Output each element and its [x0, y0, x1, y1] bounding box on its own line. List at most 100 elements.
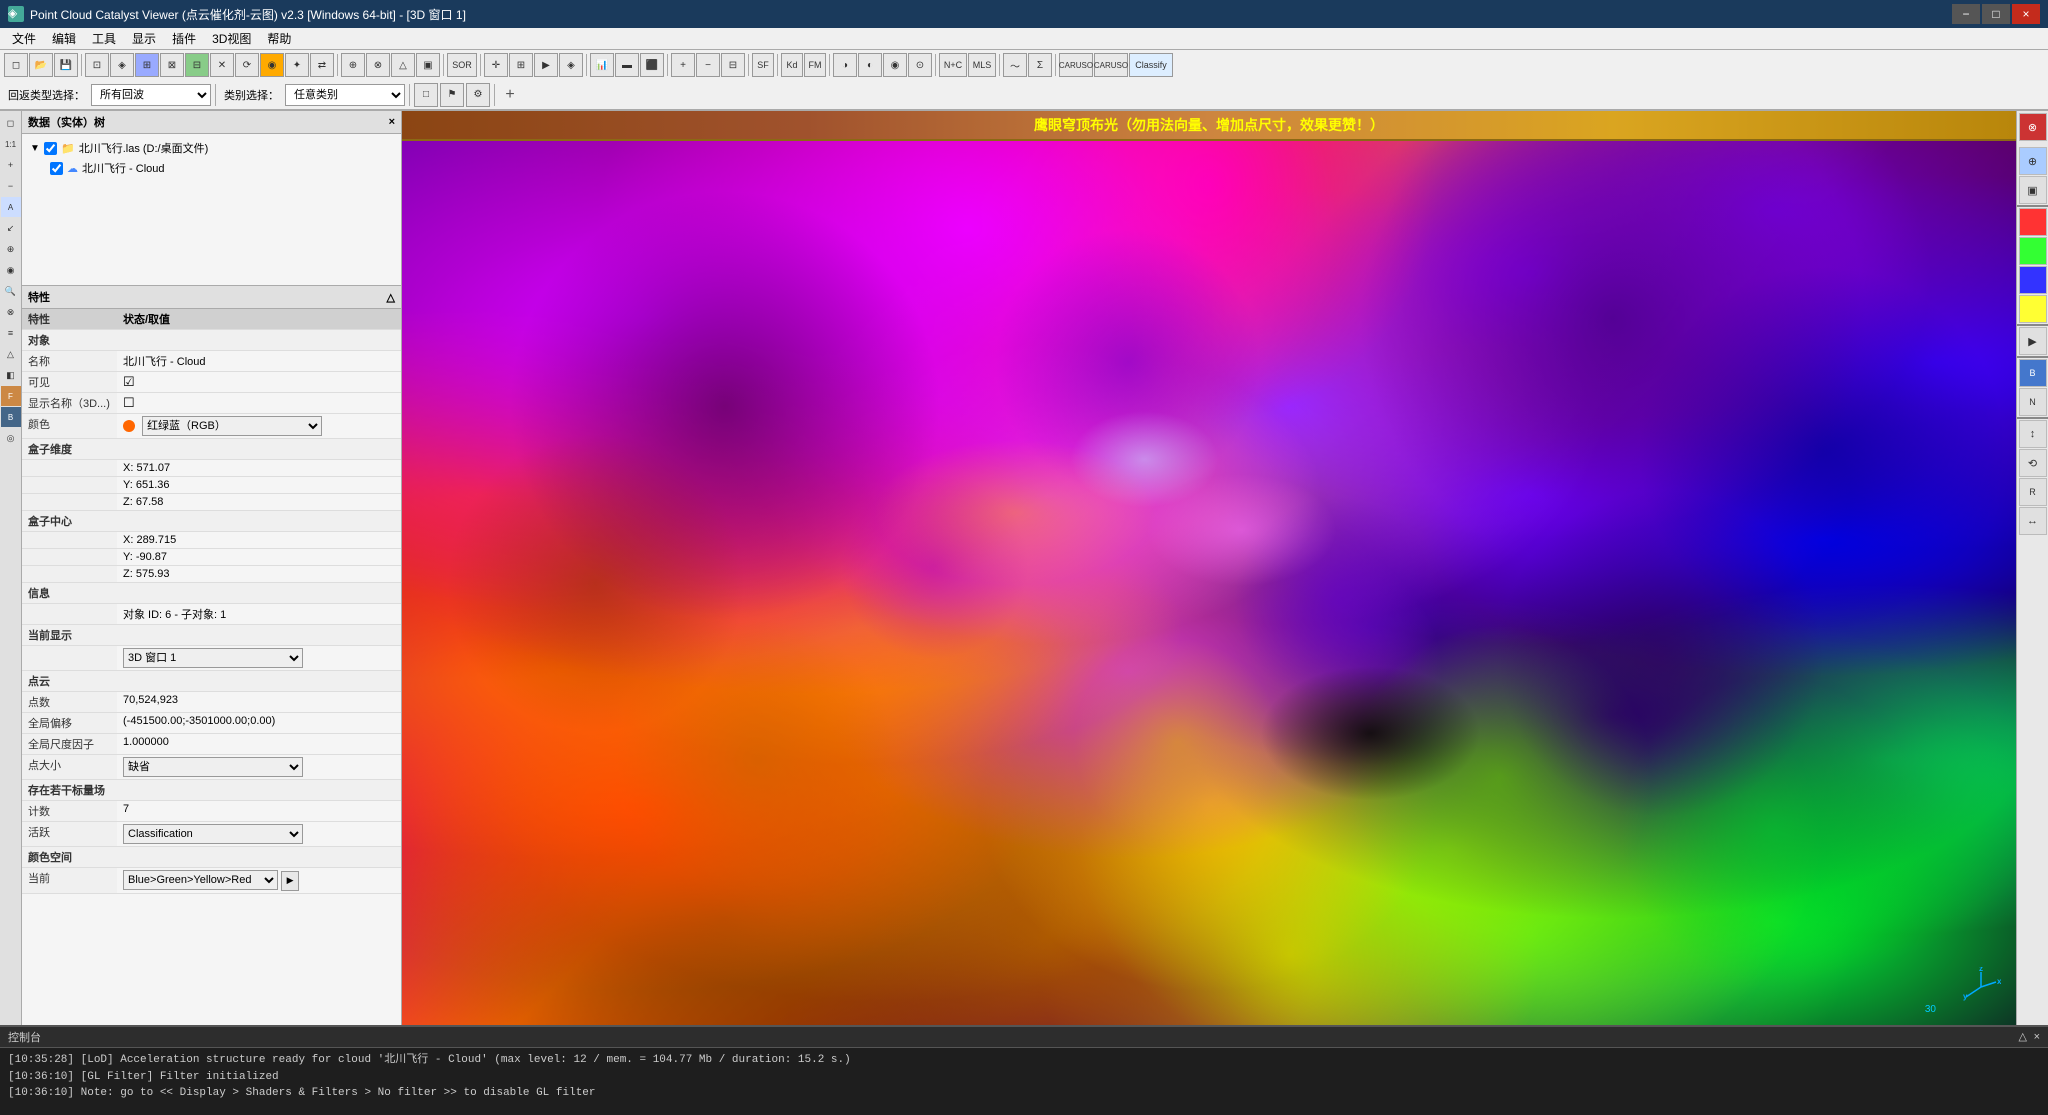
- props-panel-collapse[interactable]: △: [387, 291, 395, 304]
- tree-cloud-checkbox[interactable]: [50, 162, 63, 175]
- tb-sphere-button[interactable]: ◉: [883, 53, 907, 77]
- tb2-settings-button[interactable]: ⚙: [466, 83, 490, 107]
- ls-back-button[interactable]: B: [1, 407, 21, 427]
- tb-half2-button[interactable]: ◐: [858, 53, 882, 77]
- menu-edit[interactable]: 编辑: [44, 28, 84, 49]
- ls-move-button[interactable]: ⊕: [1, 239, 21, 259]
- tb2-add-button[interactable]: +: [499, 84, 521, 106]
- scalar-active-select[interactable]: Classification: [123, 824, 303, 844]
- rs-rotate-button[interactable]: ⟲: [2019, 449, 2047, 477]
- tb-plus-button[interactable]: +: [671, 53, 695, 77]
- tb-swap-button[interactable]: ⇄: [310, 53, 334, 77]
- rs-pan-button[interactable]: ↔: [2019, 507, 2047, 535]
- props-scroll-area[interactable]: 特性 状态/取值 对象 名称 北川飞行 - Cloud 可见: [22, 309, 401, 1025]
- menu-file[interactable]: 文件: [4, 28, 44, 49]
- tb-circle2-button[interactable]: ⊙: [908, 53, 932, 77]
- display-window-select[interactable]: 3D 窗口 1: [123, 648, 303, 668]
- tb-caruso1-button[interactable]: CARUSO: [1059, 53, 1093, 77]
- colorscale-select[interactable]: Blue>Green>Yellow>Red: [123, 870, 278, 890]
- console-close-button[interactable]: ×: [2034, 1031, 2040, 1043]
- console-body[interactable]: [10:35:28] [LoD] Acceleration structure …: [0, 1048, 2048, 1115]
- tb-nc-button[interactable]: N+C: [939, 53, 967, 77]
- restore-button[interactable]: □: [1982, 4, 2010, 24]
- rs-color3-button[interactable]: [2019, 266, 2047, 294]
- tb-save-button[interactable]: 💾: [54, 53, 78, 77]
- tb-mode-button[interactable]: ◈: [559, 53, 583, 77]
- tb-merge-button[interactable]: ⊟: [185, 53, 209, 77]
- tb-remove-button[interactable]: ⊗: [366, 53, 390, 77]
- tb-mesh-button[interactable]: ⊞: [509, 53, 533, 77]
- rs-color2-button[interactable]: [2019, 237, 2047, 265]
- tb-crop-button[interactable]: ⊠: [160, 53, 184, 77]
- tb-mls-button[interactable]: MLS: [968, 53, 996, 77]
- tb-chart-button[interactable]: 📊: [590, 53, 614, 77]
- tb2-flag-button[interactable]: ⚑: [440, 83, 464, 107]
- tb-label-button[interactable]: ◉: [260, 53, 284, 77]
- tb-sigma-button[interactable]: Σ: [1028, 53, 1052, 77]
- ls-circle-button[interactable]: ◉: [1, 260, 21, 280]
- tb-half1-button[interactable]: ◑: [833, 53, 857, 77]
- tb-add-button[interactable]: ⊕: [341, 53, 365, 77]
- return-type-select[interactable]: 所有回波: [91, 84, 211, 106]
- tb-run-button[interactable]: ▶: [534, 53, 558, 77]
- rs-r-button[interactable]: R: [2019, 478, 2047, 506]
- tb-segment-button[interactable]: ⊞: [135, 53, 159, 77]
- rs-close-button[interactable]: ⊗: [2019, 113, 2047, 141]
- ls-target-button[interactable]: ◎: [1, 428, 21, 448]
- tb-clone-button[interactable]: ⟳: [235, 53, 259, 77]
- tb-cross-button[interactable]: ✛: [484, 53, 508, 77]
- tb-filter-button[interactable]: ◈: [110, 53, 134, 77]
- tb-kd-button[interactable]: Kd: [781, 53, 803, 77]
- rs-zoom-button[interactable]: ↕: [2019, 420, 2047, 448]
- ls-menu-button[interactable]: ≡: [1, 323, 21, 343]
- tb-minus-button[interactable]: −: [696, 53, 720, 77]
- menu-tools[interactable]: 工具: [84, 28, 124, 49]
- tb-triangle-button[interactable]: △: [391, 53, 415, 77]
- tree-cloud-item[interactable]: ☁ 北川飞行 - Cloud: [26, 158, 397, 178]
- tb-cut-button[interactable]: ✕: [210, 53, 234, 77]
- rs-color1-button[interactable]: [2019, 208, 2047, 236]
- tb2-square-button[interactable]: □: [414, 83, 438, 107]
- tb-open-button[interactable]: 📂: [29, 53, 53, 77]
- rs-grid-button[interactable]: ▣: [2019, 176, 2047, 204]
- tb-sf-button[interactable]: SF: [752, 53, 774, 77]
- close-button[interactable]: ×: [2012, 4, 2040, 24]
- tb-wave-button[interactable]: 〜: [1003, 53, 1027, 77]
- tb-minus2-button[interactable]: ⊟: [721, 53, 745, 77]
- tb-classify-button[interactable]: Classify: [1129, 53, 1173, 77]
- ls-search-button[interactable]: 🔍: [1, 281, 21, 301]
- tree-file-item[interactable]: ▼ 📁 北川飞行.las (D:/桌面文件): [26, 138, 397, 158]
- tree-file-checkbox[interactable]: [44, 142, 57, 155]
- rs-add-button[interactable]: ⊕: [2019, 147, 2047, 175]
- tb-fm-button[interactable]: FM: [804, 53, 826, 77]
- tb-caruso2-button[interactable]: CARUSO: [1094, 53, 1128, 77]
- tb-grid-button[interactable]: ▣: [416, 53, 440, 77]
- tb-measure-button[interactable]: ✦: [285, 53, 309, 77]
- ls-half-button[interactable]: ◧: [1, 365, 21, 385]
- ls-arrow-button[interactable]: ↙: [1, 218, 21, 238]
- point-size-select[interactable]: 缺省: [123, 757, 303, 777]
- ls-tri-button[interactable]: △: [1, 344, 21, 364]
- ls-close-button[interactable]: ⊗: [1, 302, 21, 322]
- ls-new-button[interactable]: ◻: [1, 113, 21, 133]
- menu-3dview[interactable]: 3D视图: [204, 28, 259, 49]
- data-panel-close[interactable]: ×: [389, 116, 395, 128]
- tb-bar-button[interactable]: ▬: [615, 53, 639, 77]
- ls-front-button[interactable]: F: [1, 386, 21, 406]
- rs-b-button[interactable]: B: [2019, 359, 2047, 387]
- tb-black-button[interactable]: ⬛: [640, 53, 664, 77]
- class-select[interactable]: 任意类别: [285, 84, 405, 106]
- colorscale-edit-button[interactable]: ▶: [281, 871, 299, 891]
- menu-help[interactable]: 帮助: [259, 28, 299, 49]
- ls-plus-button[interactable]: +: [1, 155, 21, 175]
- ls-auto-button[interactable]: A: [1, 197, 21, 217]
- ls-11-button[interactable]: 1:1: [1, 134, 21, 154]
- view-canvas[interactable]: x y z 30: [402, 141, 2016, 1025]
- display-name-checkbox[interactable]: [123, 398, 135, 410]
- menu-plugins[interactable]: 插件: [164, 28, 204, 49]
- menu-display[interactable]: 显示: [124, 28, 164, 49]
- rs-n-button[interactable]: N: [2019, 388, 2047, 416]
- tb-new-button[interactable]: ◻: [4, 53, 28, 77]
- visible-checkbox[interactable]: [123, 377, 135, 389]
- ls-minus-button[interactable]: −: [1, 176, 21, 196]
